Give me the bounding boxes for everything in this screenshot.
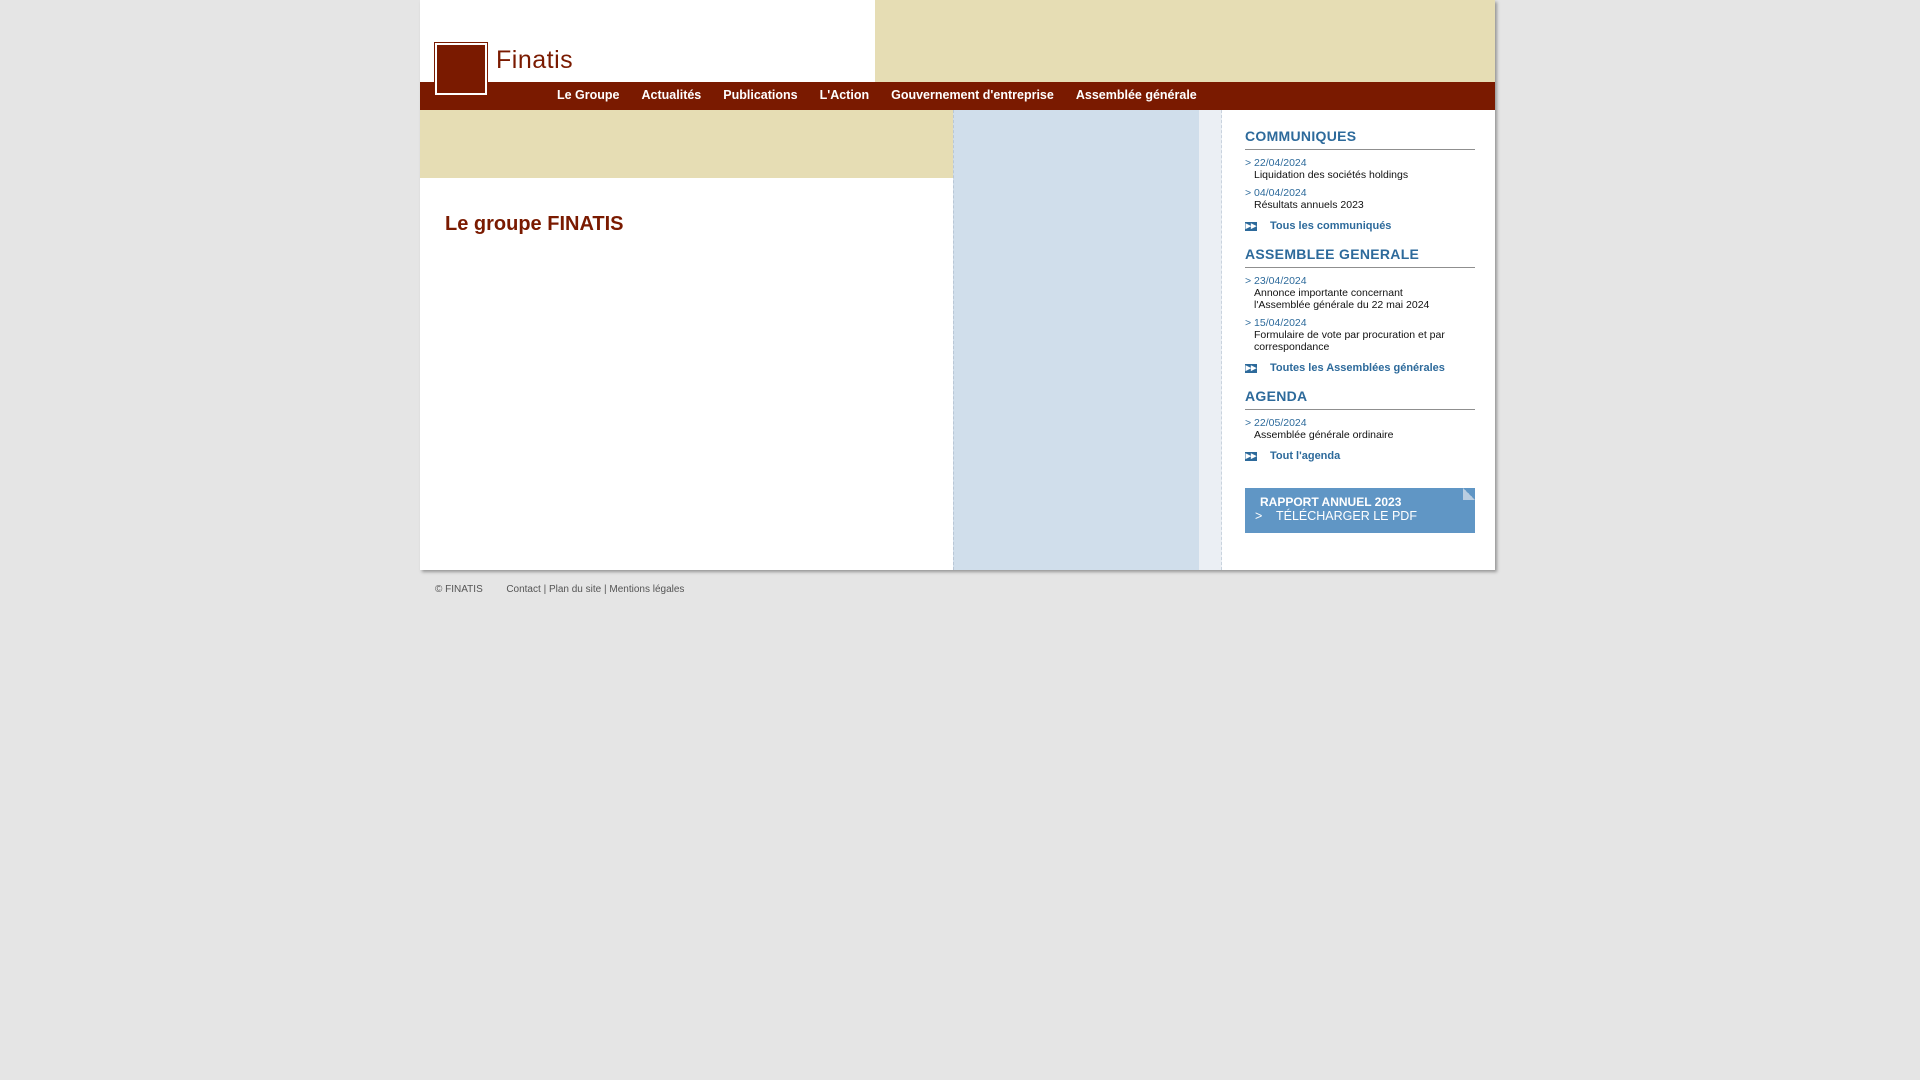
link-label[interactable]: Toutes les Assemblées générales bbox=[1270, 362, 1445, 374]
all-assemblees-link[interactable]: ▶▶ Toutes les Assemblées générales bbox=[1245, 362, 1475, 374]
list-item[interactable]: > 23/04/2024 Annonce importante concerna… bbox=[1245, 275, 1475, 311]
rapport-annuel-button[interactable]: RAPPORT ANNUEL 2023 > TÉLÉCHARGER LE PDF bbox=[1245, 488, 1475, 533]
all-communiques-link[interactable]: ▶▶ Tous les communiqués bbox=[1245, 220, 1475, 232]
item-text[interactable]: l'Assemblée générale du 22 mai 2024 bbox=[1245, 299, 1475, 311]
double-arrow-icon: ▶▶ bbox=[1245, 451, 1257, 461]
item-text[interactable]: Assemblée générale ordinaire bbox=[1245, 429, 1475, 441]
nav-actualites[interactable]: Actualités bbox=[631, 82, 713, 110]
nav-gouvernement[interactable]: Gouvernement d'entreprise bbox=[880, 82, 1065, 110]
sidebar: COMMUNIQUES > 22/04/2024 Liquidation des… bbox=[1245, 128, 1475, 533]
item-text[interactable]: correspondance bbox=[1245, 341, 1475, 353]
item-text[interactable]: Liquidation des sociétés holdings bbox=[1245, 169, 1475, 181]
item-date: > 23/04/2024 bbox=[1245, 275, 1307, 287]
item-text[interactable]: Formulaire de vote par procuration et pa… bbox=[1245, 329, 1475, 341]
double-arrow-icon: ▶▶ bbox=[1245, 363, 1257, 373]
logo-text[interactable]: Finatis bbox=[496, 46, 573, 75]
link-label[interactable]: Tous les communiqués bbox=[1270, 220, 1391, 232]
nav-publications[interactable]: Publications bbox=[712, 82, 808, 110]
item-date: > 15/04/2024 bbox=[1245, 317, 1307, 329]
nav-assemblee-generale[interactable]: Assemblée générale bbox=[1065, 82, 1208, 110]
assemblee-heading: ASSEMBLEE GENERALE bbox=[1245, 246, 1475, 268]
light-strip bbox=[1199, 110, 1222, 570]
page-fold-icon bbox=[1463, 488, 1475, 500]
item-date: > 22/05/2024 bbox=[1245, 417, 1307, 429]
list-item[interactable]: > 22/04/2024 Liquidation des sociétés ho… bbox=[1245, 157, 1475, 181]
content-beige-band bbox=[420, 110, 964, 178]
separator: | bbox=[543, 584, 547, 595]
all-agenda-link[interactable]: ▶▶ Tout l'agenda bbox=[1245, 450, 1475, 462]
list-item[interactable]: > 22/05/2024 Assemblée générale ordinair… bbox=[1245, 417, 1475, 441]
rapport-title[interactable]: RAPPORT ANNUEL 2023 bbox=[1260, 495, 1401, 509]
nav-le-groupe[interactable]: Le Groupe bbox=[546, 82, 631, 110]
logo-square-icon[interactable] bbox=[434, 42, 488, 96]
sitemap-link[interactable]: Plan du site bbox=[549, 584, 601, 595]
communiques-section: COMMUNIQUES > 22/04/2024 Liquidation des… bbox=[1245, 128, 1475, 232]
download-pdf-label[interactable]: > TÉLÉCHARGER LE PDF bbox=[1255, 509, 1417, 523]
item-date: > 22/04/2024 bbox=[1245, 157, 1307, 169]
link-label[interactable]: Tout l'agenda bbox=[1270, 450, 1340, 462]
agenda-heading: AGENDA bbox=[1245, 388, 1475, 410]
item-text[interactable]: Résultats annuels 2023 bbox=[1245, 199, 1475, 211]
list-item[interactable]: > 04/04/2024 Résultats annuels 2023 bbox=[1245, 187, 1475, 211]
item-text[interactable]: Annonce importante concernant bbox=[1245, 287, 1475, 299]
item-date: > 04/04/2024 bbox=[1245, 187, 1307, 199]
page-title: Le groupe FINATIS bbox=[445, 213, 624, 235]
assemblee-section: ASSEMBLEE GENERALE > 23/04/2024 Annonce … bbox=[1245, 246, 1475, 374]
double-arrow-icon: ▶▶ bbox=[1245, 221, 1257, 231]
communiques-heading: COMMUNIQUES bbox=[1245, 128, 1475, 150]
agenda-section: AGENDA > 22/05/2024 Assemblée générale o… bbox=[1245, 388, 1475, 462]
header-beige-band bbox=[875, 0, 1495, 82]
blue-column bbox=[953, 110, 1200, 570]
separator: | bbox=[604, 584, 607, 595]
list-item[interactable]: > 15/04/2024 Formulaire de vote par proc… bbox=[1245, 317, 1475, 353]
main-nav: Le Groupe Actualités Publications L'Acti… bbox=[420, 82, 1495, 110]
contact-link[interactable]: Contact bbox=[506, 584, 540, 595]
legal-link[interactable]: Mentions légales bbox=[609, 584, 684, 595]
page-container: Finatis Le Groupe Actualités Publication… bbox=[420, 0, 1495, 570]
footer: © FINATIS Contact | Plan du site | Menti… bbox=[435, 584, 684, 595]
nav-l-action[interactable]: L'Action bbox=[809, 82, 881, 110]
copyright: © FINATIS bbox=[435, 584, 483, 595]
